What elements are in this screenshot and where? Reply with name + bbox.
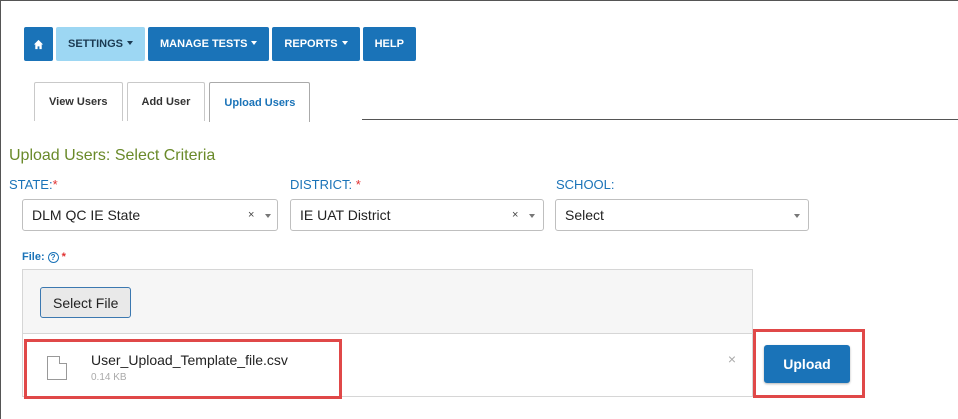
- file-dropzone: Select File: [22, 269, 753, 333]
- home-icon: [33, 39, 44, 49]
- page-title: Upload Users: Select Criteria: [9, 147, 216, 164]
- district-label-text: DISTRICT:: [290, 177, 353, 192]
- caret-down-icon: [341, 41, 348, 45]
- user-tabs: View Users Add User Upload Users: [34, 82, 311, 122]
- state-select[interactable]: DLM QC IE State ×: [22, 199, 278, 231]
- required-mark: *: [61, 251, 66, 263]
- district-label: DISTRICT: *: [290, 177, 361, 192]
- file-label: File: ? *: [22, 251, 66, 263]
- chevron-down-icon: [794, 214, 800, 218]
- home-button[interactable]: [24, 27, 53, 61]
- chevron-down-icon: [529, 214, 535, 218]
- file-highlight-box: [24, 339, 342, 399]
- district-select[interactable]: IE UAT District ×: [290, 199, 544, 231]
- nav-settings-label: SETTINGS: [68, 38, 124, 50]
- required-mark: *: [52, 177, 58, 192]
- clear-district-icon[interactable]: ×: [512, 209, 518, 221]
- tab-upload-users[interactable]: Upload Users: [209, 82, 311, 122]
- upload-highlight-box: [753, 329, 865, 398]
- district-select-value: IE UAT District: [300, 207, 391, 223]
- remove-file-icon[interactable]: ×: [728, 351, 736, 367]
- nav-help-label: HELP: [374, 38, 404, 50]
- school-select-value: Select: [565, 207, 604, 223]
- tab-add-user[interactable]: Add User: [126, 82, 206, 121]
- tab-divider: [362, 119, 958, 120]
- caret-down-icon: [127, 41, 134, 45]
- chevron-down-icon: [265, 214, 271, 218]
- nav-manage-tests-button[interactable]: MANAGE TESTS: [148, 27, 270, 61]
- help-icon[interactable]: ?: [47, 251, 59, 263]
- nav-reports-button[interactable]: REPORTS: [272, 27, 360, 61]
- clear-state-icon[interactable]: ×: [248, 209, 254, 221]
- tab-view-users[interactable]: View Users: [34, 82, 123, 121]
- nav-reports-label: REPORTS: [284, 38, 338, 50]
- nav-manage-tests-label: MANAGE TESTS: [160, 38, 248, 50]
- select-file-button[interactable]: Select File: [40, 287, 132, 318]
- caret-down-icon: [251, 41, 258, 45]
- required-mark: *: [355, 177, 361, 192]
- state-label-text: STATE:: [9, 177, 53, 192]
- nav-settings-button[interactable]: SETTINGS: [56, 27, 146, 61]
- state-select-value: DLM QC IE State: [32, 207, 141, 223]
- file-label-text: File:: [22, 251, 45, 263]
- top-nav: SETTINGS MANAGE TESTS REPORTS HELP: [24, 27, 416, 61]
- state-label: STATE:*: [9, 177, 58, 192]
- school-label: SCHOOL:: [556, 177, 615, 192]
- school-select[interactable]: Select: [555, 199, 809, 231]
- nav-help-button[interactable]: HELP: [362, 27, 416, 61]
